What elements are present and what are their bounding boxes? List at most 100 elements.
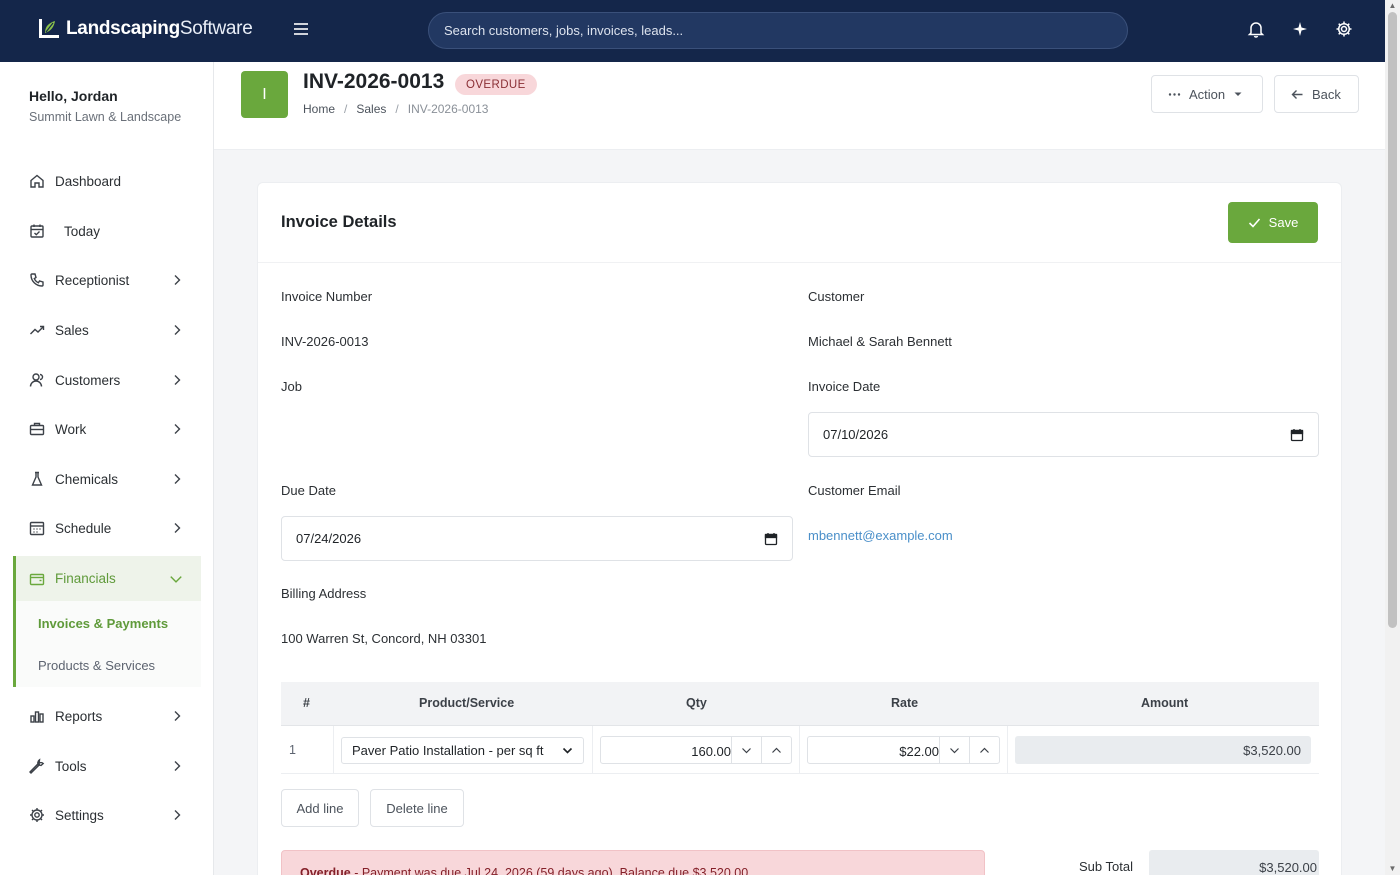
trend-icon	[30, 325, 45, 335]
page-scrollbar[interactable]: ▲ ▼	[1385, 0, 1400, 875]
sidebar-item-today[interactable]: Today	[13, 211, 201, 251]
qty-stepper[interactable]: 160.00	[600, 736, 792, 764]
card-header: Invoice Details Save	[258, 183, 1341, 263]
invoice-date-value: 07/10/2026	[823, 427, 889, 442]
sidebar-item-schedule[interactable]: Schedule	[13, 508, 201, 548]
scroll-up-arrow-icon[interactable]: ▲	[1388, 2, 1397, 10]
rate-increment-button[interactable]	[969, 737, 999, 763]
table-row: 1 Paver Patio Installation - per sq ft 1…	[281, 726, 1319, 774]
home-icon	[30, 174, 44, 188]
qty-decrement-button[interactable]	[731, 737, 761, 763]
sidebar: Hello, Jordan Summit Lawn & Landscape Da…	[0, 62, 214, 875]
arrow-left-icon	[1291, 89, 1303, 99]
wallet-icon	[29, 573, 45, 585]
back-button[interactable]: Back	[1274, 75, 1359, 113]
wrench-icon	[29, 758, 45, 774]
sidebar-item-receptionist[interactable]: Receptionist	[13, 260, 201, 300]
due-date-field[interactable]: 07/24/2026	[281, 516, 793, 561]
line-items-header: # Product/Service Qty Rate Amount	[281, 682, 1319, 726]
cell-divider	[1007, 726, 1008, 774]
menu-icon[interactable]	[292, 20, 310, 38]
calendar-grid-icon	[29, 521, 45, 536]
sidebar-item-label: Customers	[55, 372, 121, 388]
job-label: Job	[281, 379, 302, 394]
calendar-icon[interactable]	[1290, 428, 1304, 442]
invoice-number-label: Invoice Number	[281, 289, 373, 304]
company-name: Summit Lawn & Landscape	[29, 110, 182, 124]
sidebar-item-label: Reports	[55, 708, 103, 724]
cell-divider	[592, 726, 593, 774]
save-label: Save	[1268, 215, 1299, 230]
invoice-date-field[interactable]: 07/10/2026	[808, 412, 1319, 457]
action-label: Action	[1189, 86, 1226, 102]
sidebar-item-label: Chemicals	[55, 471, 119, 487]
sidebar-item-customers[interactable]: Customers	[13, 360, 201, 400]
calendar-icon[interactable]	[764, 532, 778, 546]
qty-increment-button[interactable]	[761, 737, 791, 763]
submenu-item-products-services[interactable]: Products & Services	[38, 658, 155, 673]
sidebar-item-label: Sales	[55, 322, 89, 338]
check-icon	[1248, 218, 1260, 228]
users-icon	[29, 373, 44, 387]
billing-address-value: 100 Warren St, Concord, NH 03301	[281, 631, 487, 646]
chevron-right-icon	[174, 711, 181, 721]
overdue-alert: Overdue - Payment was due Jul 24, 2026 (…	[281, 850, 985, 875]
chevron-right-icon	[174, 325, 181, 335]
breadcrumb-separator: /	[395, 102, 399, 116]
top-bar: Landscaping Software Search customers, jo…	[0, 0, 1385, 62]
sidebar-item-label: Work	[55, 421, 87, 437]
invoice-avatar: I	[241, 71, 288, 118]
invoice-number-value: INV-2026-0013	[281, 334, 369, 349]
rate-decrement-button[interactable]	[939, 737, 969, 763]
sidebar-item-work[interactable]: Work	[13, 409, 201, 449]
sidebar-item-tools[interactable]: Tools	[13, 746, 201, 786]
column-header-rate: Rate	[891, 696, 919, 710]
rate-stepper[interactable]: $22.00	[807, 736, 1000, 764]
briefcase-icon	[29, 422, 45, 436]
billing-address-label: Billing Address	[281, 586, 367, 601]
sidebar-item-label: Dashboard	[55, 173, 122, 189]
app-logo[interactable]: Landscaping Software	[38, 18, 253, 40]
scroll-down-arrow-icon[interactable]: ▼	[1388, 865, 1397, 873]
breadcrumb-home[interactable]: Home	[303, 102, 335, 116]
calendar-check-icon	[30, 224, 44, 238]
sidebar-item-sales[interactable]: Sales	[13, 310, 201, 350]
customer-email-label: Customer Email	[808, 483, 901, 498]
gear-icon[interactable]	[1335, 20, 1353, 38]
sidebar-item-label: Today	[64, 223, 101, 239]
chevron-right-icon	[174, 474, 181, 484]
column-header-number: #	[303, 696, 310, 710]
due-date-value: 07/24/2026	[296, 531, 362, 546]
brand-name-light: Software	[179, 18, 253, 39]
chevron-down-icon	[562, 747, 573, 754]
caret-down-icon	[1234, 92, 1242, 96]
add-line-button[interactable]: Add line	[281, 789, 359, 827]
customer-email-link[interactable]: mbennett@example.com	[808, 528, 953, 543]
delete-line-button[interactable]: Delete line	[370, 789, 464, 827]
sparkle-icon[interactable]	[1291, 20, 1309, 38]
save-button[interactable]: Save	[1228, 202, 1318, 243]
bar-chart-icon	[30, 711, 44, 723]
search-input[interactable]: Search customers, jobs, invoices, leads.…	[428, 12, 1128, 49]
breadcrumb-sales[interactable]: Sales	[356, 102, 386, 116]
bell-icon[interactable]	[1247, 20, 1265, 38]
product-select[interactable]: Paver Patio Installation - per sq ft	[341, 737, 584, 764]
row-number: 1	[289, 743, 296, 757]
chevron-down-icon	[950, 747, 959, 753]
scrollbar-thumb[interactable]	[1388, 12, 1397, 628]
sidebar-item-chemicals[interactable]: Chemicals	[13, 459, 201, 499]
breadcrumb: Home / Sales / INV-2026-0013	[303, 102, 488, 116]
sidebar-item-reports[interactable]: Reports	[13, 696, 201, 736]
submenu-item-invoices-payments[interactable]: Invoices & Payments	[38, 616, 168, 631]
page-title: INV-2026-0013	[303, 70, 445, 93]
financials-submenu: Invoices & Payments Products & Services	[13, 601, 201, 687]
alert-message: - Payment was due Jul 24, 2026 (59 days …	[354, 866, 749, 875]
sidebar-item-settings[interactable]: Settings	[13, 795, 201, 835]
product-select-value: Paver Patio Installation - per sq ft	[352, 743, 544, 758]
cell-divider	[799, 726, 800, 774]
sidebar-item-dashboard[interactable]: Dashboard	[13, 161, 201, 201]
column-header-amount: Amount	[1141, 696, 1189, 710]
sidebar-item-financials[interactable]: Financials	[13, 556, 201, 601]
customer-value: Michael & Sarah Bennett	[808, 334, 952, 349]
action-dropdown-button[interactable]: Action	[1151, 75, 1263, 113]
